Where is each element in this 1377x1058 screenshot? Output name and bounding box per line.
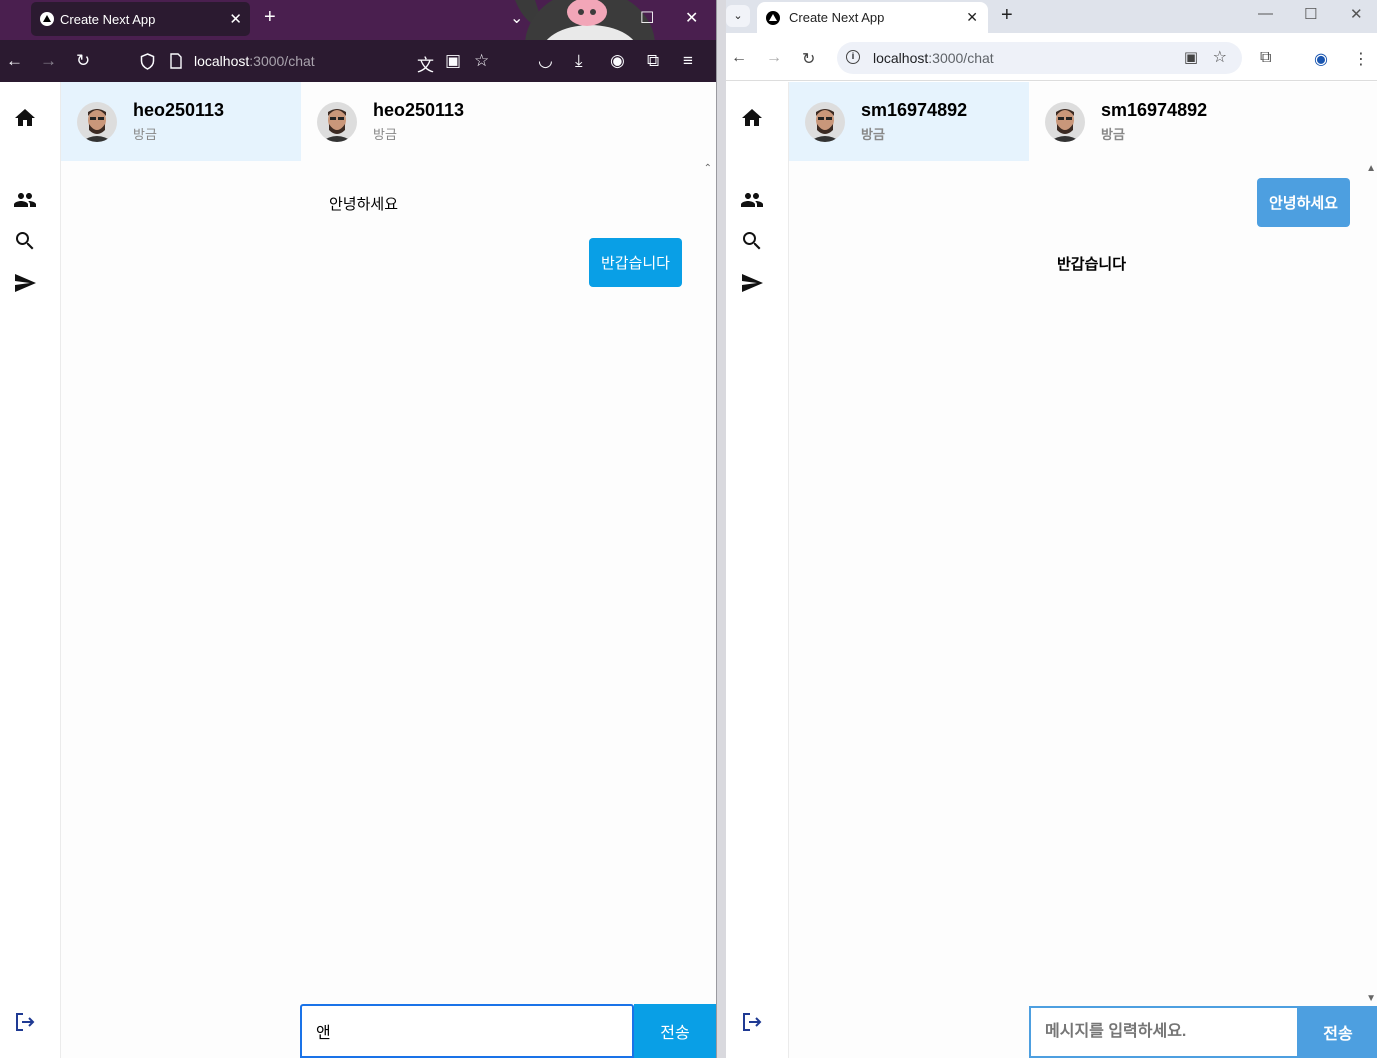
message-area: ⌃ 안녕하세요 반갑습니다 ⌄ <box>61 161 716 1010</box>
conversation-list: heo250113 방금 heo250113 방금 <box>61 82 716 161</box>
conversation-time: 방금 <box>861 127 885 142</box>
search-icon[interactable] <box>740 229 764 253</box>
forward-arrow-icon[interactable]: → <box>766 49 782 67</box>
account-icon[interactable]: ◉ <box>610 51 625 71</box>
url-host: localhost <box>873 50 929 66</box>
logout-icon[interactable] <box>740 1010 764 1034</box>
url-path: :3000/chat <box>928 50 994 66</box>
maximize-icon[interactable]: ☐ <box>1304 5 1317 23</box>
new-tab-icon[interactable]: + <box>264 6 276 29</box>
conversation-time: 방금 <box>133 127 157 142</box>
avatar <box>77 101 117 142</box>
tab-title: Create Next App <box>60 11 156 27</box>
firefox-toolbar: ← → ↻ localhost:3000/chat 文 ▣ ☆ ◡ ⤓ ◉ ⧉ … <box>0 40 716 82</box>
bookmark-star-icon[interactable]: ☆ <box>1213 42 1227 74</box>
forward-arrow-icon[interactable]: → <box>40 51 57 71</box>
menu-icon[interactable]: ≡ <box>683 51 693 71</box>
conversation-item[interactable]: heo250113 방금 <box>301 82 541 161</box>
people-icon[interactable] <box>740 188 764 212</box>
pocket-icon[interactable]: ◡ <box>538 51 553 71</box>
conversation-name: sm16974892 <box>861 100 968 120</box>
scroll-up-arrow-icon[interactable]: ⌃ <box>704 163 712 174</box>
bookmark-star-icon[interactable]: ☆ <box>474 51 489 71</box>
translate-icon[interactable]: 文 <box>417 51 434 76</box>
minimize-icon[interactable]: — <box>1258 5 1273 22</box>
home-icon[interactable] <box>13 106 37 130</box>
close-window-icon[interactable]: ✕ <box>1350 5 1363 23</box>
avatar <box>1045 101 1085 142</box>
chrome-toolbar: ← → ↻ i localhost:3000/chat ▣ ☆ ⧉ ◉ ⋮ <box>726 33 1377 81</box>
message-composer: 전송 <box>300 1004 716 1058</box>
site-info-icon[interactable]: i <box>846 50 860 64</box>
back-arrow-icon[interactable]: ← <box>6 51 23 71</box>
url-bar[interactable]: i localhost:3000/chat ▣ ☆ <box>837 42 1242 74</box>
url-bar[interactable]: localhost:3000/chat <box>194 53 315 69</box>
menu-dots-icon[interactable]: ⋮ <box>1353 49 1369 69</box>
google-translate-icon[interactable]: ▣ <box>445 51 461 71</box>
profile-icon[interactable]: ◉ <box>1314 49 1328 69</box>
conversation-name: heo250113 <box>133 100 225 120</box>
chrome-tab-bar: ⌄ Create Next App ✕ + — ☐ ✕ <box>726 0 1377 33</box>
conversation-list: sm16974892 방금 sm16974892 방금 <box>789 82 1377 161</box>
list-tabs-chevron-icon[interactable]: ⌄ <box>510 8 523 28</box>
chat-app: heo250113 방금 heo250113 방금 ⌃ 안녕하세요 반갑습니다 … <box>0 82 716 1058</box>
nextjs-favicon-icon <box>766 10 780 25</box>
message-area: ▲ 안녕하세요 반갑습니다 ▼ <box>789 161 1377 1008</box>
avatar <box>317 101 357 142</box>
close-tab-icon[interactable]: ✕ <box>229 10 242 28</box>
sidebar <box>726 82 789 1058</box>
message-input[interactable] <box>300 1004 634 1058</box>
firefox-window: Create Next App ✕ + ⌄ ☐ ✕ ← → ↻ localhos… <box>0 0 716 1058</box>
reload-icon[interactable]: ↻ <box>802 49 815 69</box>
tab-title: Create Next App <box>789 10 885 25</box>
send-button[interactable]: 전송 <box>634 1004 716 1058</box>
sent-message-bubble: 반갑습니다 <box>588 238 682 287</box>
extensions-icon[interactable]: ⧉ <box>647 51 659 71</box>
maximize-icon[interactable]: ☐ <box>640 8 654 28</box>
send-button[interactable]: 전송 <box>1299 1006 1377 1058</box>
back-arrow-icon[interactable]: ← <box>731 49 747 67</box>
conversation-name: sm16974892 <box>1101 100 1208 120</box>
conversation-item[interactable]: sm16974892 방금 <box>789 82 1029 161</box>
new-tab-icon[interactable]: + <box>1001 4 1013 27</box>
send-icon[interactable] <box>13 271 37 295</box>
shield-icon[interactable] <box>140 53 155 70</box>
chrome-window: ⌄ Create Next App ✕ + — ☐ ✕ ← → ↻ i loca… <box>726 0 1377 1058</box>
firefox-tab-bar: Create Next App ✕ + ⌄ ☐ ✕ <box>0 0 716 80</box>
chat-app: sm16974892 방금 sm16974892 방금 ▲ 안녕하세요 반갑습니… <box>726 82 1377 1058</box>
sidebar <box>0 82 61 1058</box>
download-icon[interactable]: ⤓ <box>575 51 583 71</box>
tab-search-chevron-icon[interactable]: ⌄ <box>726 5 750 27</box>
received-message: 안녕하세요 <box>329 196 399 213</box>
home-icon[interactable] <box>740 106 764 130</box>
search-icon[interactable] <box>13 229 37 253</box>
close-tab-icon[interactable]: ✕ <box>966 9 978 26</box>
conversation-name: heo250113 <box>373 100 465 120</box>
browser-tab[interactable]: Create Next App ✕ <box>757 2 988 33</box>
conversation-item[interactable]: sm16974892 방금 <box>1029 82 1269 161</box>
received-message: 반갑습니다 <box>1057 256 1127 273</box>
scroll-down-arrow-icon[interactable]: ▼ <box>1366 993 1376 1004</box>
people-icon[interactable] <box>13 188 37 212</box>
page-icon <box>170 53 182 69</box>
message-input[interactable] <box>1029 1006 1299 1058</box>
conversation-item[interactable]: heo250113 방금 <box>61 82 301 161</box>
window-divider <box>716 0 726 1058</box>
reload-icon[interactable]: ↻ <box>76 51 90 71</box>
sent-message-bubble: 안녕하세요 <box>1256 178 1350 227</box>
nextjs-favicon-icon <box>40 12 54 26</box>
conversation-time: 방금 <box>1101 127 1125 142</box>
avatar <box>805 101 845 142</box>
browser-tab[interactable]: Create Next App ✕ <box>31 2 250 36</box>
message-composer: 전송 <box>1029 1006 1377 1058</box>
scroll-up-arrow-icon[interactable]: ▲ <box>1366 163 1376 174</box>
url-host: localhost <box>194 53 250 69</box>
conversation-time: 방금 <box>373 127 397 142</box>
url-path: :3000/chat <box>249 53 315 69</box>
close-window-icon[interactable]: ✕ <box>685 8 698 28</box>
send-icon[interactable] <box>740 271 764 295</box>
logout-icon[interactable] <box>13 1010 37 1034</box>
extensions-icon[interactable]: ⧉ <box>1260 49 1271 67</box>
google-translate-icon[interactable]: ▣ <box>1184 42 1198 74</box>
